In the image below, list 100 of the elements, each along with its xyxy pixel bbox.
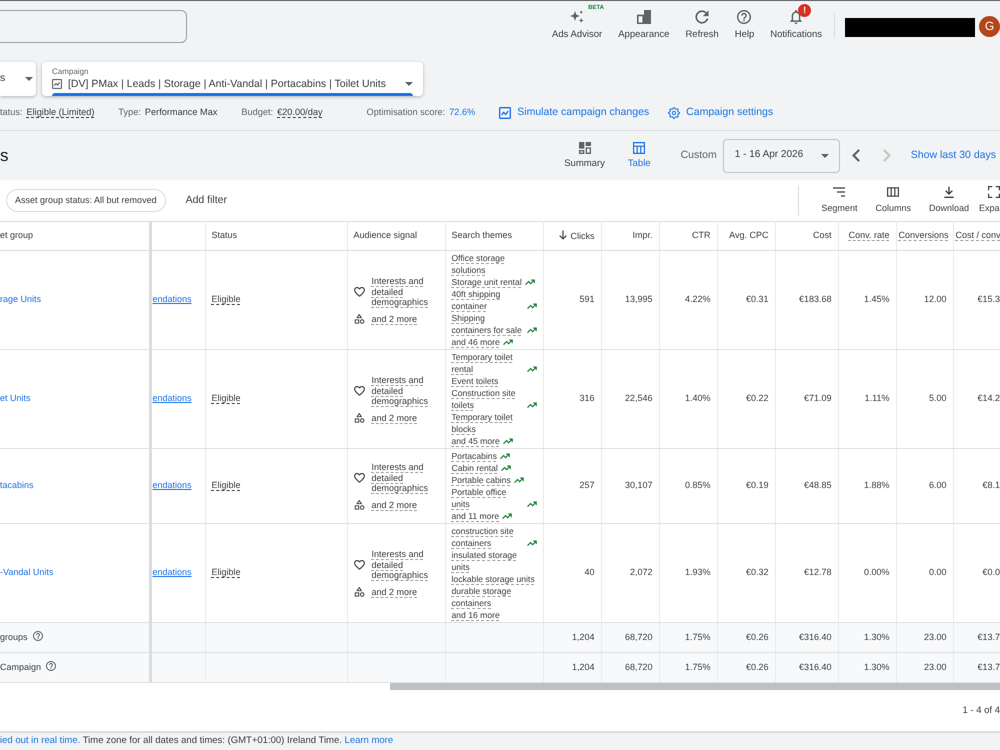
recommendations-link[interactable]: endations: [152, 567, 192, 578]
show-last-link[interactable]: Show last 30 days: [910, 148, 996, 162]
expand-icon[interactable]: [988, 186, 1000, 198]
refresh-button[interactable]: Refresh: [677, 4, 727, 40]
filter-chip[interactable]: Asset group status: All but removed: [6, 189, 166, 212]
status-value[interactable]: Eligible: [212, 393, 241, 404]
audience-signal[interactable]: Interests and detailed demographics: [372, 276, 438, 308]
status-value[interactable]: Eligible: [212, 294, 241, 304]
settings-icon[interactable]: [668, 107, 680, 119]
notifications-button[interactable]: ! Notifications: [762, 4, 830, 40]
column-header[interactable]: Audience signal: [347, 222, 445, 250]
search-theme[interactable]: Cabin rental: [452, 462, 498, 474]
column-header[interactable]: Search themes: [445, 222, 543, 250]
search-theme[interactable]: and 46 more: [452, 336, 500, 348]
search-theme[interactable]: Portable cabins: [452, 474, 511, 486]
date-dropdown[interactable]: 1 - 16 Apr 2026: [722, 138, 840, 172]
chart-icon: [52, 79, 62, 90]
add-filter-button[interactable]: Add filter: [186, 194, 228, 208]
scrollbar[interactable]: [390, 683, 1000, 690]
status-value[interactable]: Eligible: [212, 567, 241, 578]
sort-arrow-icon[interactable]: [558, 230, 566, 240]
recommendations-link[interactable]: endations: [152, 393, 192, 404]
table-cell: 257: [543, 448, 601, 524]
search-theme[interactable]: Storage unit rental: [452, 276, 522, 288]
download-icon[interactable]: [942, 186, 955, 198]
table-cell: 1.11%: [838, 350, 896, 448]
shapes-icon: [354, 500, 364, 510]
help-icon[interactable]: [46, 661, 56, 672]
audience-signal[interactable]: and 2 more: [372, 412, 418, 423]
footer-link[interactable]: Learn more: [344, 735, 394, 746]
heart-icon: [354, 472, 364, 483]
download-button[interactable]: Download: [920, 186, 977, 214]
help-button[interactable]: Help: [726, 4, 762, 40]
table-cell: €0.19: [717, 448, 775, 524]
caret-icon[interactable]: [405, 82, 413, 86]
view-tab[interactable]: Table: [624, 142, 655, 170]
bell-icon[interactable]: [789, 10, 804, 24]
column-header[interactable]: Impr.: [601, 222, 659, 250]
search-field[interactable]: [0, 10, 187, 43]
audience-signal[interactable]: Interests and detailed demographics: [372, 549, 438, 580]
audience-signal[interactable]: Interests and detailed demographics: [372, 462, 438, 494]
chevron-left-icon[interactable]: [852, 149, 860, 162]
column-header[interactable]: Status: [205, 222, 347, 250]
search-theme[interactable]: and 11 more: [452, 510, 500, 522]
recommendations-link[interactable]: endations: [152, 480, 192, 490]
audience-signal[interactable]: and 2 more: [372, 500, 418, 510]
search-theme[interactable]: Portacabins: [452, 450, 497, 462]
help-icon[interactable]: [32, 631, 43, 642]
panels-icon[interactable]: [636, 10, 651, 24]
view-tab[interactable]: Summary: [560, 142, 609, 170]
help-icon[interactable]: [737, 10, 752, 24]
search-theme[interactable]: Construction site toilets: [452, 387, 524, 411]
segment-icon[interactable]: [833, 186, 846, 198]
caret-icon[interactable]: [25, 77, 33, 81]
caret-icon[interactable]: [820, 154, 829, 158]
sparkle-icon[interactable]: [570, 10, 584, 24]
audience-signal[interactable]: and 2 more: [372, 586, 418, 597]
search-theme[interactable]: lockable storage units: [452, 573, 535, 585]
column-header[interactable]: Conversions: [896, 222, 953, 250]
expand-button[interactable]: Expa: [979, 186, 1000, 214]
column-header[interactable]: CTR: [659, 222, 717, 250]
appearance-button[interactable]: Appearance: [610, 4, 678, 40]
column-header[interactable]: Avg. CPC: [717, 222, 775, 250]
asset-group-link[interactable]: rage Units: [0, 294, 42, 304]
column-header[interactable]: et group: [0, 222, 150, 250]
table-cell: 1,204: [543, 652, 601, 682]
columns-icon[interactable]: [887, 186, 900, 198]
column-header[interactable]: Conv. rate: [838, 222, 896, 250]
search-theme[interactable]: Temporary toilet rental: [452, 351, 524, 375]
table-cell: 22,546: [601, 350, 659, 448]
dashboard-icon[interactable]: [578, 142, 591, 154]
info-value[interactable]: €20.00/day: [277, 107, 323, 119]
segment-button[interactable]: Segment: [813, 186, 866, 214]
search-theme[interactable]: and 16 more: [452, 609, 500, 621]
asset-group-link[interactable]: et Units: [0, 393, 31, 404]
refresh-icon[interactable]: [695, 10, 710, 24]
search-theme[interactable]: 40ft shipping container: [452, 288, 524, 312]
footer-note: ied out in real time. Time zone for all dates and times: (GMT+01:00) Ireland Time. Learn more: [0, 734, 394, 747]
audience-signal[interactable]: and 2 more: [372, 314, 418, 324]
asset-group-link[interactable]: -Vandal Units: [0, 567, 54, 578]
audience-signal[interactable]: Interests and detailed demographics: [372, 375, 438, 406]
recommendations-link[interactable]: endations: [152, 294, 192, 304]
asset-group-link[interactable]: tacabins: [0, 480, 34, 490]
footer-link[interactable]: ied out in real time.: [0, 735, 80, 746]
settings-link[interactable]: Campaign settings: [668, 106, 774, 120]
column-header[interactable]: Cost: [775, 222, 838, 250]
status-value[interactable]: Eligible: [212, 480, 241, 490]
campaign-dropdown[interactable]: Campaign [DV] PMax | Leads | Storage | Anti-Vandal | Portacabins | Toilet Units: [42, 62, 423, 96]
chart-icon[interactable]: [499, 107, 512, 119]
avatar[interactable]: G: [979, 16, 1000, 37]
search-theme[interactable]: Office storage solutions: [452, 252, 536, 276]
info-value[interactable]: Eligible (Limited): [26, 107, 94, 119]
info-label: Budget:: [241, 107, 274, 119]
simulate-link[interactable]: Simulate campaign changes: [499, 106, 650, 120]
search-theme[interactable]: and 45 more: [452, 435, 500, 447]
column-header[interactable]: Clicks: [543, 222, 601, 250]
table-icon[interactable]: [633, 142, 646, 154]
scope-dropdown[interactable]: s: [0, 62, 36, 96]
search-theme[interactable]: Event toilets: [452, 375, 498, 387]
columns-button[interactable]: Columns: [867, 186, 919, 214]
